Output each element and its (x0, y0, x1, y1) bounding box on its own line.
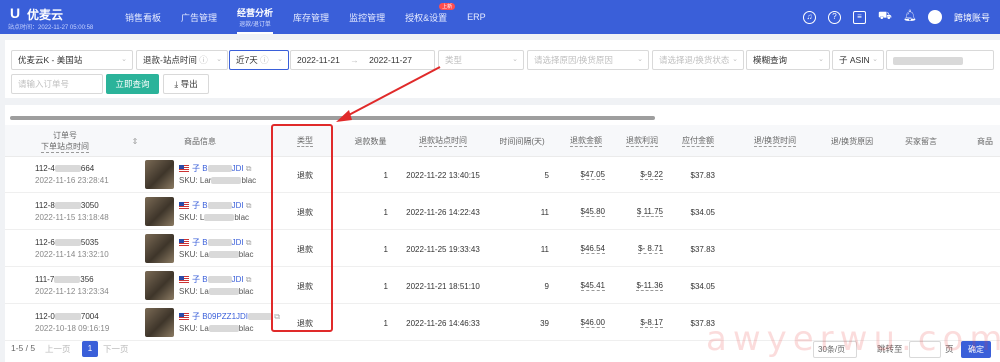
page-1-button[interactable]: 1 (82, 341, 98, 357)
prev-page-button[interactable]: 上一页 (45, 343, 71, 355)
annotation-arrow-icon (336, 66, 441, 122)
next-page-button[interactable]: 下一页 (103, 343, 129, 355)
watermark: awyerwu.com (706, 319, 1000, 359)
pager-summary: 1-5 / 5 (11, 343, 36, 353)
